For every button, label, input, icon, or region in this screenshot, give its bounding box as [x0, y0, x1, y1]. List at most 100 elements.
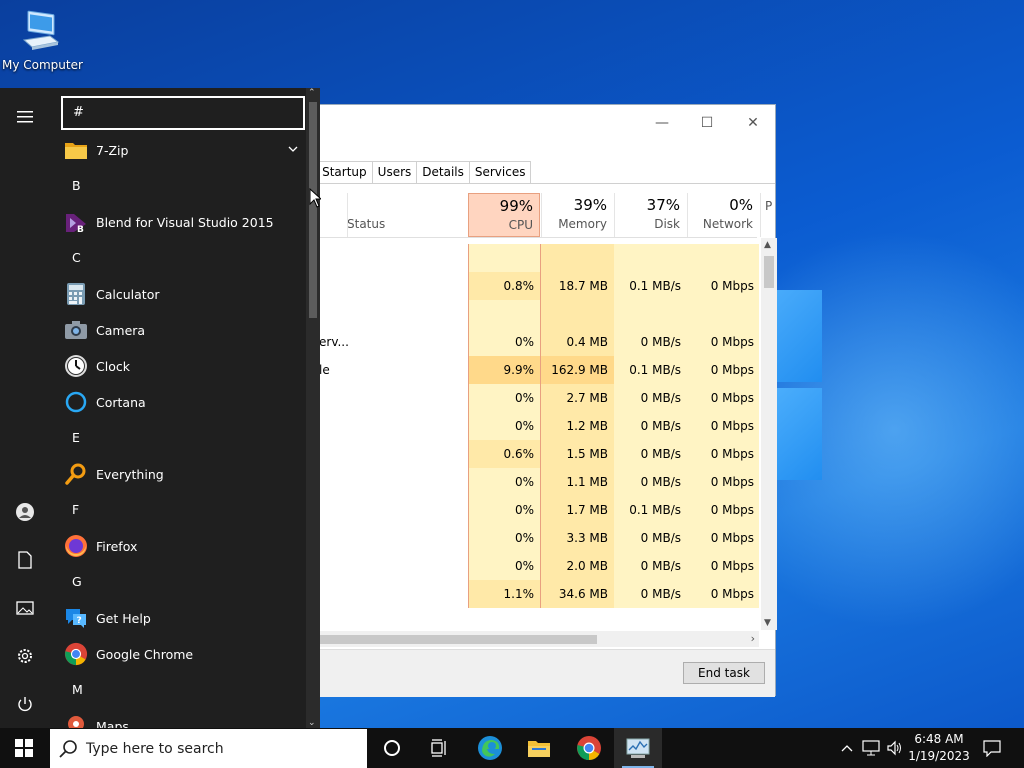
maximize-button[interactable]: ☐ [692, 115, 722, 131]
start-menu-app-get-help[interactable]: ? Get Help [50, 600, 306, 636]
cell-memory: 3.3 MB [541, 524, 614, 552]
app-label: Calculator [96, 286, 160, 302]
documents-icon[interactable] [10, 545, 40, 575]
cell-disk: 0 MB/s [614, 412, 687, 440]
start-menu: # 7-Zip B B Blend for Visual Studio 2015 C Ca… [0, 88, 320, 728]
section-letter-c[interactable]: C [72, 250, 81, 265]
folder-icon [63, 137, 89, 163]
start-menu-app-cortana[interactable]: Cortana [50, 384, 306, 420]
cell-disk: 0 MB/s [614, 524, 687, 552]
cell-memory: 18.7 MB [541, 272, 614, 300]
scroll-right-icon[interactable]: › [751, 632, 755, 645]
cell-cpu: 0% [468, 468, 541, 496]
start-menu-scrollbar[interactable]: ⌃ ⌄ [306, 88, 320, 728]
cell-disk: 0 MB/s [614, 440, 687, 468]
table-row[interactable]: 0% 2.7 MB 0 MB/s 0 Mbps [301, 384, 759, 412]
column-header-network[interactable]: 0% Network [687, 193, 759, 237]
table-row[interactable] [301, 244, 759, 272]
section-letter-e[interactable]: E [72, 430, 80, 445]
column-percent [765, 193, 777, 196]
table-row[interactable]: 0% 2.0 MB 0 MB/s 0 Mbps [301, 552, 759, 580]
table-row[interactable]: 0.6% 1.5 MB 0 MB/s 0 Mbps [301, 440, 759, 468]
show-hidden-icons-button[interactable] [838, 728, 856, 768]
scroll-down-icon[interactable]: ▼ [764, 618, 771, 628]
scroll-up-icon[interactable]: ▲ [764, 240, 771, 250]
table-row[interactable]: 1.1% 34.6 MB 0 MB/s 0 Mbps [301, 580, 759, 608]
network-icon[interactable] [860, 728, 882, 768]
start-menu-app-camera[interactable]: Camera [50, 312, 306, 348]
edge-taskbar-icon[interactable] [466, 728, 514, 768]
camera-icon [63, 317, 89, 343]
task-manager-taskbar-icon[interactable] [614, 728, 662, 768]
table-row[interactable]: 0.8% 18.7 MB 0.1 MB/s 0 Mbps [301, 272, 759, 300]
section-letter-f[interactable]: F [72, 502, 79, 517]
everything-icon [63, 461, 89, 487]
start-menu-app-everything[interactable]: Everything [50, 456, 306, 492]
start-search-input[interactable]: # [61, 96, 305, 130]
table-row[interactable]: erv... 0% 0.4 MB 0 MB/s 0 Mbps [301, 328, 759, 356]
user-icon[interactable] [10, 497, 40, 527]
cell-disk: 0.1 MB/s [614, 496, 687, 524]
table-row[interactable]: 0% 1.2 MB 0 MB/s 0 Mbps [301, 412, 759, 440]
status-column-header[interactable]: Status [347, 217, 385, 231]
task-view-button[interactable] [416, 728, 464, 768]
scroll-thumb[interactable] [764, 256, 774, 288]
section-letter-g[interactable]: G [72, 574, 82, 589]
power-icon[interactable] [10, 689, 40, 719]
start-menu-app-maps[interactable]: Maps [50, 708, 306, 728]
cortana-button[interactable] [368, 728, 416, 768]
table-row[interactable]: 0% 1.7 MB 0.1 MB/s 0 Mbps [301, 496, 759, 524]
file-explorer-taskbar-icon[interactable] [515, 728, 563, 768]
scroll-thumb[interactable] [309, 102, 317, 318]
column-header-cpu[interactable]: 99% CPU [468, 193, 540, 237]
cell-cpu: 0.8% [468, 272, 541, 300]
table-row[interactable]: 0% 1.1 MB 0 MB/s 0 Mbps [301, 468, 759, 496]
table-row[interactable]: le 9.9% 162.9 MB 0.1 MB/s 0 Mbps [301, 356, 759, 384]
wallpaper-logo-pane [776, 290, 822, 382]
chevron-down-icon[interactable] [288, 142, 298, 156]
scroll-up-icon[interactable]: ⌃ [308, 88, 316, 98]
taskbar-search-box[interactable]: Type here to search [50, 729, 367, 768]
notifications-icon[interactable] [976, 728, 1008, 768]
column-header-disk[interactable]: 37% Disk [614, 193, 686, 237]
chrome-taskbar-icon[interactable] [565, 728, 613, 768]
app-label: Blend for Visual Studio 2015 [96, 214, 274, 230]
start-menu-app-clock[interactable]: Clock [50, 348, 306, 384]
settings-icon[interactable] [10, 641, 40, 671]
search-icon [59, 739, 77, 758]
cell-disk [614, 244, 687, 272]
tab-startup[interactable]: Startup [316, 161, 373, 183]
vertical-scrollbar[interactable]: ▲ ▼ [761, 238, 777, 630]
hamburger-icon[interactable] [10, 102, 40, 132]
scroll-thumb[interactable] [301, 635, 597, 644]
section-letter-m[interactable]: M [72, 682, 83, 697]
close-button[interactable]: ✕ [738, 115, 768, 131]
tab-services[interactable]: Services [468, 161, 532, 183]
table-row[interactable] [301, 300, 759, 328]
cell-cpu: 0% [468, 384, 541, 412]
minimize-button[interactable]: — [647, 115, 677, 131]
start-menu-app-7-zip[interactable]: 7-Zip [50, 132, 306, 168]
calculator-icon [63, 281, 89, 307]
tab-details[interactable]: Details [416, 161, 470, 183]
end-task-button[interactable]: End task [683, 662, 765, 684]
start-button[interactable] [0, 728, 48, 768]
table-row[interactable]: 0% 3.3 MB 0 MB/s 0 Mbps [301, 524, 759, 552]
column-header-power[interactable]: P [760, 193, 777, 237]
desktop-icon-my-computer[interactable]: My Computer [2, 8, 83, 72]
taskbar-clock[interactable]: 6:48 AM 1/19/2023 [906, 731, 972, 765]
start-menu-app-calculator[interactable]: Calculator [50, 276, 306, 312]
start-menu-app-blend-for-visual-studio-2015[interactable]: B Blend for Visual Studio 2015 [50, 204, 306, 240]
section-letter-b[interactable]: B [72, 178, 81, 193]
start-menu-app-google-chrome[interactable]: Google Chrome [50, 636, 306, 672]
app-label: Clock [96, 358, 130, 374]
pictures-icon[interactable] [10, 593, 40, 623]
task-manager-footer: End task [301, 649, 775, 697]
volume-icon[interactable] [884, 728, 906, 768]
tab-users[interactable]: Users [371, 161, 418, 183]
app-label: Get Help [96, 610, 151, 626]
horizontal-scrollbar[interactable]: › [301, 631, 759, 647]
column-header-memory[interactable]: 39% Memory [541, 193, 613, 237]
scroll-down-icon[interactable]: ⌄ [308, 718, 316, 728]
start-menu-app-firefox[interactable]: Firefox [50, 528, 306, 564]
